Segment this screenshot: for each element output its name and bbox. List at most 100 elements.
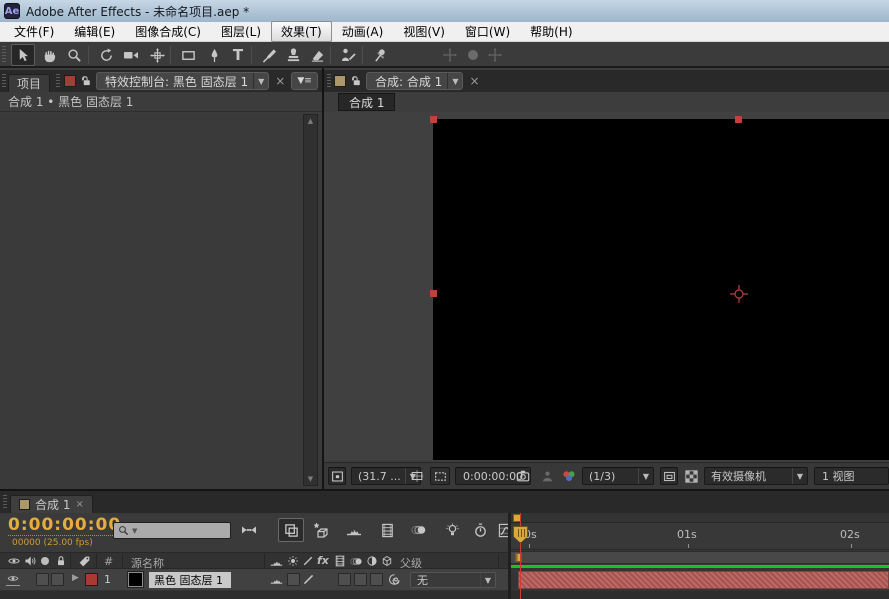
layer-3d-switch[interactable] — [370, 573, 383, 586]
layer-row[interactable]: ▶ 1 黑色 固态层 1 无 ▼ — [0, 569, 508, 591]
menu-edit[interactable]: 编辑(E) — [64, 21, 125, 42]
layer-handle-top-left[interactable] — [430, 116, 437, 123]
unified-camera-tool-icon[interactable] — [119, 44, 143, 66]
show-snapshot-icon[interactable] — [539, 468, 555, 484]
3d-switch-icon[interactable] — [381, 555, 393, 567]
scrollbar-down-icon[interactable]: ▼ — [304, 473, 317, 485]
panel-grip[interactable] — [56, 74, 60, 88]
viewer-dropdown-icon[interactable]: ▼ — [447, 73, 458, 89]
unlock-icon[interactable] — [80, 75, 92, 87]
layer-label-chip[interactable] — [85, 573, 98, 586]
menu-composition[interactable]: 图像合成(C) — [125, 21, 211, 42]
rect-mask-tool-icon[interactable] — [176, 44, 200, 66]
fx-switch-icon[interactable]: fx — [317, 554, 329, 567]
type-tool-icon[interactable]: T — [226, 44, 250, 66]
layer-frame-blend-switch[interactable] — [338, 573, 351, 586]
panel-splitter-horizontal[interactable] — [0, 489, 889, 491]
panel-grip[interactable] — [327, 74, 331, 88]
eraser-tool-icon[interactable] — [305, 44, 329, 66]
live-update-icon[interactable] — [278, 518, 304, 542]
tab-project[interactable]: 项目 — [8, 74, 50, 92]
clone-stamp-tool-icon[interactable] — [281, 44, 305, 66]
timecode-value[interactable]: 0:00:00:00 — [8, 517, 121, 536]
time-navigator[interactable] — [511, 513, 889, 523]
view-axis-mode-icon[interactable] — [483, 44, 507, 66]
panel-splitter-vertical[interactable] — [322, 68, 324, 489]
target-region-button[interactable] — [430, 467, 450, 485]
menu-help[interactable]: 帮助(H) — [520, 21, 582, 42]
scrollbar-up-icon[interactable]: ▲ — [304, 115, 317, 127]
snapshot-icon[interactable] — [514, 468, 532, 484]
lock-column-icon[interactable] — [55, 555, 67, 567]
scrollbar[interactable]: ▲ ▼ — [303, 114, 318, 486]
region-of-interest-button[interactable] — [660, 467, 678, 485]
layer-solid-swatch[interactable] — [128, 572, 143, 587]
close-icon[interactable]: × — [75, 499, 83, 510]
motion-blur-icon[interactable] — [406, 518, 432, 542]
auto-keyframe-icon[interactable] — [467, 518, 493, 542]
viewer-lock-chip[interactable] — [334, 75, 346, 87]
rotation-tool-icon[interactable] — [94, 44, 118, 66]
brainstorm-icon[interactable] — [439, 518, 465, 542]
hand-tool-icon[interactable] — [37, 44, 61, 66]
roto-brush-tool-icon[interactable] — [336, 44, 360, 66]
brush-tool-icon[interactable] — [257, 44, 281, 66]
menu-layer[interactable]: 图层(L) — [211, 21, 271, 42]
menu-view[interactable]: 视图(V) — [393, 21, 455, 42]
label-column-icon[interactable] — [78, 555, 91, 568]
unlock-icon[interactable] — [350, 75, 362, 87]
index-column-header[interactable]: # — [104, 555, 113, 568]
toolbar-grip[interactable] — [2, 46, 6, 64]
panel-grip[interactable] — [2, 74, 6, 88]
current-time-display[interactable]: 0:00:00:00 00000 (25.00 fps) — [8, 517, 121, 548]
frame-blending-icon[interactable] — [374, 518, 400, 542]
collapse-switch-icon[interactable] — [287, 555, 299, 567]
always-preview-button[interactable] — [328, 467, 346, 485]
tab-effect-controls[interactable]: 特效控制台: 黑色 固态层 1 ▼ — [96, 72, 269, 90]
layer-handle-left-center[interactable] — [430, 290, 437, 297]
menu-effect[interactable]: 效果(T) — [271, 21, 332, 42]
transparency-grid-icon[interactable] — [682, 468, 700, 484]
pen-tool-icon[interactable] — [202, 44, 226, 66]
frame-blend-switch-icon[interactable] — [334, 555, 346, 567]
layer-parent-dropdown[interactable]: 无 ▼ — [410, 572, 496, 588]
puppet-pin-tool-icon[interactable] — [368, 44, 392, 66]
show-channel-icon[interactable] — [560, 468, 578, 484]
search-dropdown-icon[interactable]: ▼ — [132, 527, 137, 535]
close-icon[interactable]: × — [275, 75, 285, 87]
tab-timeline-comp1[interactable]: 合成 1 × — [10, 495, 93, 513]
layer-collapse-switch[interactable] — [287, 573, 300, 586]
time-ruler[interactable]: 0s 01s 02s — [511, 524, 889, 550]
layer-name[interactable]: 黑色 固态层 1 — [149, 572, 231, 588]
tab-composition-viewer[interactable]: 合成: 合成 1 ▼ — [366, 72, 463, 90]
shy-switch-icon[interactable] — [270, 555, 283, 568]
grid-guides-button[interactable] — [408, 468, 426, 484]
menu-animation[interactable]: 动画(A) — [332, 21, 394, 42]
menu-window[interactable]: 窗口(W) — [455, 21, 520, 42]
layer-handle-top-center[interactable] — [735, 116, 742, 123]
layer-motion-blur-switch[interactable] — [354, 573, 367, 586]
anchor-point-crosshair[interactable] — [729, 284, 749, 304]
quality-switch-icon[interactable] — [302, 555, 314, 567]
selection-tool-icon[interactable] — [11, 44, 35, 66]
panel-menu-button[interactable]: ▼≡ — [291, 72, 317, 90]
composition-view[interactable] — [433, 119, 889, 460]
camera-view-dropdown[interactable]: 有效摄像机 ▼ — [704, 467, 808, 485]
work-area-bar[interactable] — [511, 551, 889, 564]
layer-twirl-icon[interactable]: ▶ — [72, 573, 79, 583]
layer-shy-switch[interactable] — [270, 573, 283, 586]
shy-toggle-icon[interactable] — [341, 518, 367, 542]
local-axis-mode-icon[interactable] — [438, 44, 462, 66]
draft-3d-icon[interactable] — [308, 518, 334, 542]
motion-blur-switch-icon[interactable] — [350, 555, 363, 568]
menu-file[interactable]: 文件(F) — [4, 21, 64, 42]
viewer-dropdown-icon[interactable]: ▼ — [253, 73, 264, 89]
parent-pick-whip-icon[interactable] — [388, 573, 401, 586]
viewer-lock-chip[interactable] — [64, 75, 76, 87]
view-layout-dropdown[interactable]: 1 视图 — [814, 467, 889, 485]
viewer-tab-comp1[interactable]: 合成 1 — [338, 93, 395, 111]
panel-grip[interactable] — [3, 495, 7, 509]
eye-column-icon[interactable] — [7, 555, 21, 567]
comp-pasteboard[interactable] — [324, 112, 889, 460]
search-field[interactable]: ▼ — [113, 522, 231, 539]
